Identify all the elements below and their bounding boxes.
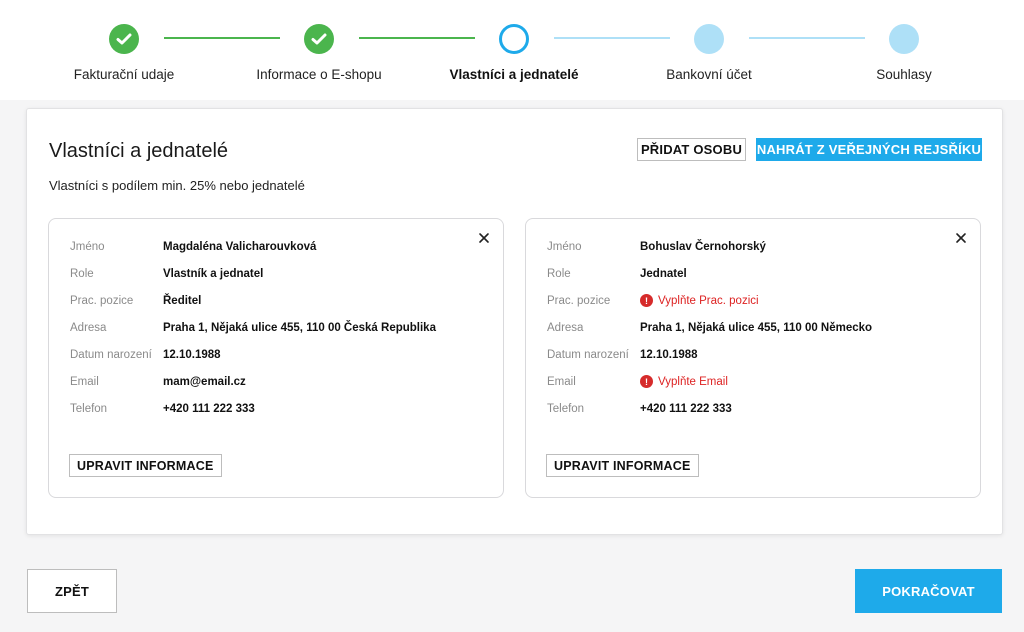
field-value: mam@email.cz	[163, 376, 246, 388]
add-person-button[interactable]: PŘIDAT OSOBU	[637, 138, 746, 161]
field-value: Praha 1, Nějaká ulice 455, 110 00 Německ…	[640, 322, 873, 334]
field-value: Ředitel	[163, 295, 202, 307]
field-label: Role	[70, 268, 94, 280]
field-label: Prac. pozice	[70, 295, 134, 307]
step-vlastnici-a-jednatele[interactable]: Vlastníci a jednatelé	[414, 24, 614, 82]
person-card: Jméno Magdaléna Valicharouvková Role Vla…	[48, 218, 504, 498]
field-label: Prac. pozice	[547, 295, 611, 307]
step-fakturacni-udaje[interactable]: Fakturační udaje	[24, 24, 224, 82]
field-value: 12.10.1988	[640, 349, 698, 361]
step-bankovni-ucet[interactable]: Bankovní účet	[609, 24, 809, 82]
field-value: Praha 1, Nějaká ulice 455, 110 00 Česká …	[163, 322, 436, 334]
step-label: Informace o E-shopu	[256, 67, 382, 82]
field-value: Magdaléna Valicharouvková	[163, 241, 317, 253]
field-label: Datum narození	[547, 349, 629, 361]
field-label: Datum narození	[70, 349, 152, 361]
field-label: Jméno	[70, 241, 105, 253]
field-label: Adresa	[547, 322, 584, 334]
step-label: Vlastníci a jednatelé	[449, 67, 579, 82]
import-from-registry-button[interactable]: NAHRÁT Z VEŘEJNÝCH REJSŘÍKU	[756, 138, 982, 161]
person-card: Jméno Bohuslav Černohorský Role Jednatel…	[525, 218, 981, 498]
continue-button[interactable]: POKRAČOVAT	[855, 569, 1002, 613]
step-future-circle	[889, 24, 919, 54]
edit-info-button[interactable]: UPRAVIT INFORMACE	[546, 454, 699, 477]
step-informace-o-eshopu[interactable]: Informace o E-shopu	[219, 24, 419, 82]
error-message: Vyplňte Email	[658, 375, 728, 388]
field-label: Telefon	[547, 403, 585, 415]
close-icon[interactable]	[954, 231, 968, 245]
section-title: Vlastníci a jednatelé	[49, 140, 229, 162]
step-done-circle	[304, 24, 334, 54]
step-souhlasy[interactable]: Souhlasy	[804, 24, 1004, 82]
step-label: Souhlasy	[876, 67, 932, 82]
field-value: +420 111 222 333	[640, 403, 732, 415]
field-label: Adresa	[70, 322, 107, 334]
section-subtitle: Vlastníci s podílem min. 25% nebo jednat…	[49, 178, 305, 193]
check-icon	[116, 33, 132, 45]
progress-stepper: Fakturační udaje Informace o E-shopu Vla…	[0, 0, 1024, 100]
edit-info-button[interactable]: UPRAVIT INFORMACE	[69, 454, 222, 477]
step-label: Bankovní účet	[666, 67, 752, 82]
back-button[interactable]: ZPĚT	[27, 569, 117, 613]
field-label: Email	[70, 376, 99, 388]
field-value: 12.10.1988	[163, 349, 221, 361]
owners-section-card: Vlastníci a jednatelé Vlastníci s podíle…	[26, 108, 1003, 535]
error-message: Vyplňte Prac. pozici	[658, 294, 759, 307]
field-label: Jméno	[547, 241, 582, 253]
step-future-circle	[694, 24, 724, 54]
field-error: ! Vyplňte Prac. pozici	[640, 294, 759, 307]
step-done-circle	[109, 24, 139, 54]
field-error: ! Vyplňte Email	[640, 375, 728, 388]
field-value: Jednatel	[640, 268, 687, 280]
field-value: Bohuslav Černohorský	[640, 241, 766, 253]
exclamation-icon: !	[640, 294, 653, 307]
step-label: Fakturační udaje	[73, 67, 175, 82]
field-value: +420 111 222 333	[163, 403, 255, 415]
field-label: Email	[547, 376, 576, 388]
check-icon	[311, 33, 327, 45]
step-current-circle	[499, 24, 529, 54]
field-label: Role	[547, 268, 571, 280]
exclamation-icon: !	[640, 375, 653, 388]
field-label: Telefon	[70, 403, 108, 415]
close-icon[interactable]	[477, 231, 491, 245]
field-value: Vlastník a jednatel	[163, 268, 264, 280]
